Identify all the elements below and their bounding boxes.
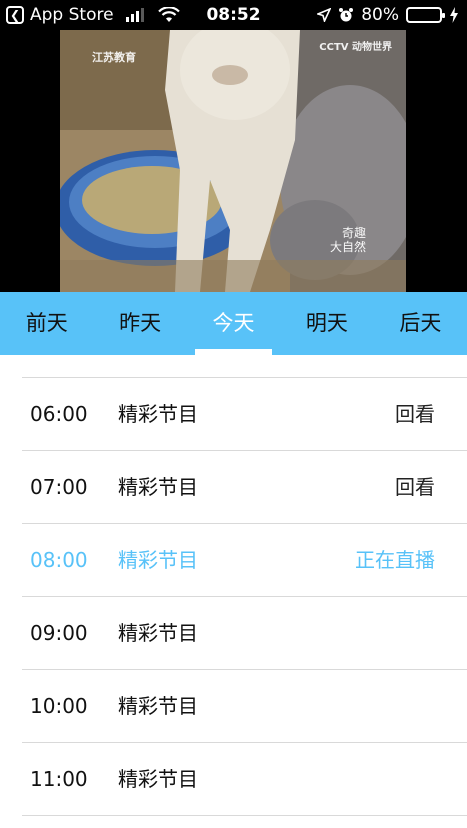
location-arrow-icon: [317, 8, 332, 22]
program-time: 08:00: [30, 548, 88, 572]
program-time: 09:00: [30, 621, 88, 645]
program-title: 精彩节目: [118, 475, 198, 499]
program-time: 07:00: [30, 475, 88, 499]
schedule-row[interactable]: 10:00 精彩节目: [0, 670, 467, 743]
video-player[interactable]: 江苏教育 CCTV 动物世界 奇趣 大自然: [60, 30, 406, 292]
program-title: 精彩节目: [118, 402, 198, 426]
tab-yesterday[interactable]: 昨天: [93, 292, 186, 355]
program-time: 06:00: [30, 402, 88, 426]
battery-percent: 80%: [361, 5, 399, 25]
schedule-row-live[interactable]: 08:00 精彩节目 正在直播: [0, 524, 467, 597]
program-time: 11:00: [30, 767, 88, 791]
live-now-label[interactable]: 正在直播: [355, 524, 435, 597]
row-divider: [22, 815, 467, 816]
program-watermark-line2: 大自然: [329, 240, 366, 254]
status-right: 80%: [317, 5, 459, 25]
schedule-row[interactable]: 06:00 精彩节目 回看: [0, 378, 467, 451]
tab-today[interactable]: 今天: [187, 292, 280, 355]
battery-icon: [406, 7, 445, 23]
tab-day-before-yesterday[interactable]: 前天: [0, 292, 93, 355]
tab-tomorrow[interactable]: 明天: [280, 292, 373, 355]
schedule-row[interactable]: 07:00 精彩节目 回看: [0, 451, 467, 524]
schedule-row[interactable]: 11:00 精彩节目: [0, 743, 467, 816]
program-title: 精彩节目: [118, 694, 198, 718]
replay-button[interactable]: 回看: [395, 451, 435, 524]
program-time: 10:00: [30, 694, 88, 718]
charging-bolt-icon: [450, 7, 458, 23]
program-title: 精彩节目: [118, 621, 198, 645]
program-title: 精彩节目: [118, 548, 198, 572]
day-tab-bar: 前天 昨天 今天 明天 后天: [0, 292, 467, 355]
tab-day-after-tomorrow[interactable]: 后天: [374, 292, 467, 355]
schedule-row[interactable]: 09:00 精彩节目: [0, 597, 467, 670]
program-watermark: 奇趣 大自然: [330, 226, 366, 254]
program-title: 精彩节目: [118, 767, 198, 791]
alarm-clock-icon: [339, 8, 354, 22]
program-watermark-line1: 奇趣: [341, 226, 366, 240]
channel-watermark-left: 江苏教育: [92, 51, 136, 64]
channel-watermark-right: CCTV 动物世界: [319, 42, 392, 53]
status-bar: ❮ App Store 08:52 80%: [0, 0, 467, 32]
player-area: ❮ App Store 08:52 80% 江苏教育 CCTV 动物世界 奇趣 …: [0, 0, 467, 292]
replay-button[interactable]: 回看: [395, 378, 435, 451]
